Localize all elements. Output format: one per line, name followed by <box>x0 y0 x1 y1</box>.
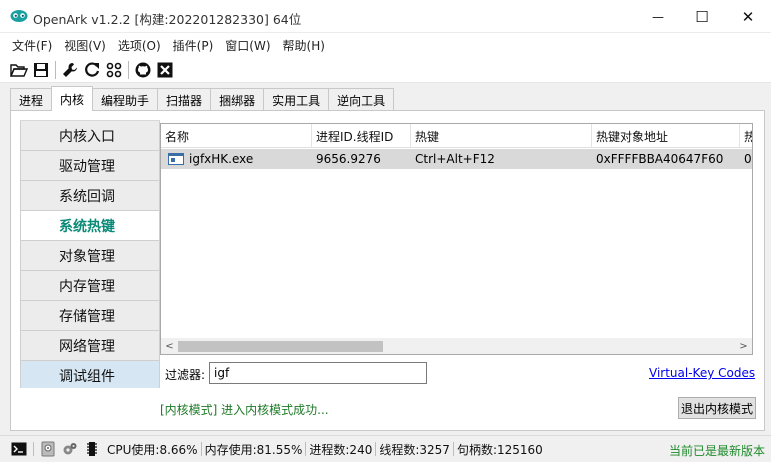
menu-file[interactable]: 文件(F) <box>6 37 58 54</box>
side-item-callbacks[interactable]: 系统回调 <box>20 181 160 211</box>
column-header-extra[interactable]: 热 <box>740 124 752 148</box>
tab-reverse[interactable]: 逆向工具 <box>328 88 395 111</box>
side-item-kernel-entry[interactable]: 内核入口 <box>20 121 160 151</box>
gears-icon <box>63 443 77 455</box>
side-item-network[interactable]: 网络管理 <box>20 331 160 361</box>
toolbar-separator <box>55 60 56 79</box>
github-icon <box>135 62 151 77</box>
tools-button[interactable] <box>59 59 81 81</box>
tab-scanner[interactable]: 扫描器 <box>157 88 212 111</box>
cell-name: igfxHK.exe <box>161 149 312 169</box>
close-icon: ✕ <box>741 7 755 26</box>
save-icon <box>34 62 48 77</box>
open-button[interactable] <box>8 59 30 81</box>
title-bar: OpenArk v1.2.2 [构建:202201282330] 64位 — ☐… <box>0 0 771 33</box>
column-header-hotkey[interactable]: 热键 <box>411 124 592 148</box>
status-separator <box>305 442 307 456</box>
column-header-address[interactable]: 热键对象地址 <box>592 124 740 148</box>
handle-count: 句柄数:125160 <box>456 442 543 457</box>
toolbar-separator <box>128 60 129 79</box>
minimize-button[interactable]: — <box>635 0 681 33</box>
column-header-pid-tid[interactable]: 进程ID.线程ID <box>312 124 411 148</box>
tab-bundler[interactable]: 捆绑器 <box>210 88 265 111</box>
modules-button[interactable] <box>103 59 125 81</box>
settings-button[interactable] <box>61 440 79 458</box>
folder-open-icon <box>10 63 28 77</box>
maximize-button[interactable]: ☐ <box>679 0 725 33</box>
cell-address: 0xFFFFBBA40647F60 <box>596 152 724 166</box>
table-header: 名称 进程ID.线程ID 热键 热键对象地址 热 <box>161 124 752 148</box>
hotkey-table: 名称 进程ID.线程ID 热键 热键对象地址 热 igfxHK.exe 9656… <box>160 123 753 355</box>
menu-help[interactable]: 帮助(H) <box>277 37 331 54</box>
tab-coderkit[interactable]: 编程助手 <box>92 88 159 111</box>
side-item-memory[interactable]: 内存管理 <box>20 271 160 301</box>
process-name: igfxHK.exe <box>189 152 254 166</box>
grid-icon <box>106 62 122 77</box>
scroll-right-arrow-icon[interactable]: > <box>735 338 752 354</box>
tab-utilities[interactable]: 实用工具 <box>263 88 330 111</box>
refresh-icon <box>85 61 100 77</box>
wrench-icon <box>63 62 77 77</box>
memory-button[interactable] <box>83 440 101 458</box>
app-logo-icon <box>10 10 28 22</box>
menu-view[interactable]: 视图(V) <box>58 37 112 54</box>
console-button[interactable] <box>10 440 28 458</box>
status-separator <box>200 442 202 456</box>
cpu-usage: CPU使用:8.66% <box>107 442 198 457</box>
kernel-side-menu: 内核入口 驱动管理 系统回调 系统热键 对象管理 内存管理 存储管理 网络管理 … <box>20 120 160 388</box>
status-separator <box>375 442 377 456</box>
toolbar <box>0 57 771 83</box>
maximize-icon: ☐ <box>695 7 709 26</box>
refresh-button[interactable] <box>81 59 103 81</box>
exit-kernel-mode-button[interactable]: 退出内核模式 <box>678 397 756 419</box>
scrollbar-thumb[interactable] <box>178 341 383 352</box>
github-button[interactable] <box>132 59 154 81</box>
thread-count: 线程数:3257 <box>379 442 450 457</box>
exit-button[interactable] <box>154 59 176 81</box>
minimize-icon: — <box>652 9 664 24</box>
scroll-left-arrow-icon[interactable]: < <box>161 338 178 354</box>
column-header-name[interactable]: 名称 <box>161 124 312 148</box>
process-count: 进程数:240 <box>309 442 373 457</box>
side-item-drivers[interactable]: 驱动管理 <box>20 151 160 181</box>
update-status: 当前已是最新版本 <box>668 444 765 458</box>
tab-process[interactable]: 进程 <box>10 88 53 111</box>
filter-label: 过滤器: <box>165 368 206 382</box>
menu-bar: 文件(F) 视图(V) 选项(O) 插件(P) 窗口(W) 帮助(H) <box>0 33 771 57</box>
tab-kernel[interactable]: 内核 <box>51 86 94 111</box>
status-separator <box>33 442 34 456</box>
close-button[interactable]: ✕ <box>725 0 771 33</box>
filter-input[interactable] <box>209 362 427 384</box>
side-item-objects[interactable]: 对象管理 <box>20 241 160 271</box>
horizontal-scrollbar[interactable]: < > <box>161 338 752 354</box>
exe-file-icon <box>168 153 184 165</box>
side-item-storage[interactable]: 存储管理 <box>20 301 160 331</box>
memory-usage: 内存使用:81.55% <box>204 442 303 457</box>
save-button[interactable] <box>30 59 52 81</box>
status-separator <box>452 442 454 456</box>
kernel-status-message: [内核模式] 进入内核模式成功... <box>160 403 329 417</box>
cell-hotkey: Ctrl+Alt+F12 <box>415 152 495 166</box>
disk-icon <box>41 441 55 457</box>
disk-button[interactable] <box>39 440 57 458</box>
close-box-icon <box>157 62 173 77</box>
virtual-key-codes-link[interactable]: Virtual-Key Codes <box>649 366 755 380</box>
memory-chip-icon <box>87 442 97 456</box>
main-tabs: 进程 内核 编程助手 扫描器 捆绑器 实用工具 逆向工具 <box>10 86 395 111</box>
console-icon <box>11 442 27 456</box>
menu-options[interactable]: 选项(O) <box>112 37 167 54</box>
table-row[interactable]: igfxHK.exe 9656.9276 Ctrl+Alt+F12 0xFFFF… <box>161 149 752 169</box>
menu-window[interactable]: 窗口(W) <box>219 37 276 54</box>
side-item-hotkeys[interactable]: 系统热键 <box>20 211 160 241</box>
menu-plugins[interactable]: 插件(P) <box>167 37 220 54</box>
side-item-debug[interactable]: 调试组件 <box>20 361 160 388</box>
cell-extra: 0x <box>744 152 752 166</box>
cell-pid-tid: 9656.9276 <box>316 152 381 166</box>
status-bar: CPU使用:8.66% 内存使用:81.55% 进程数:240 线程数:3257… <box>0 435 771 462</box>
window-title: OpenArk v1.2.2 [构建:202201282330] 64位 <box>33 12 302 27</box>
